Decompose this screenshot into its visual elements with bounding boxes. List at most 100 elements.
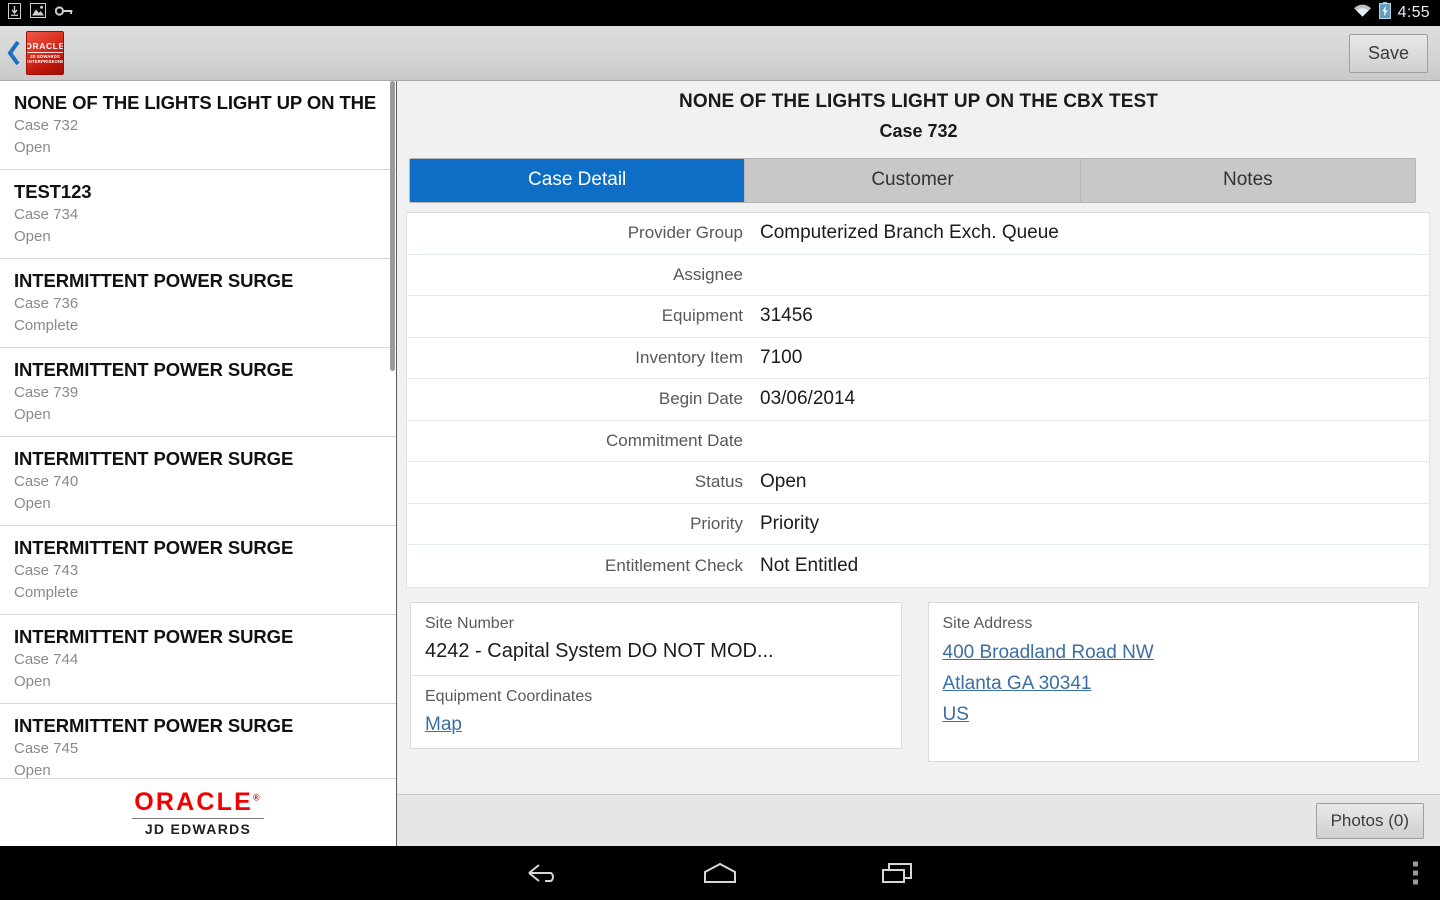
list-item[interactable]: INTERMITTENT POWER SURGE Case 736 Complete: [0, 259, 396, 348]
photos-button[interactable]: Photos (0): [1315, 802, 1424, 839]
form-row[interactable]: Begin Date 03/06/2014: [407, 379, 1429, 421]
list-item[interactable]: TEST123 Case 734 Open: [0, 170, 396, 259]
case-title: INTERMITTENT POWER SURGE: [14, 626, 294, 647]
content-area: NONE OF THE LIGHTS LIGHT UP ON THE Case 7…: [0, 81, 1440, 846]
address-line-link[interactable]: US: [943, 704, 969, 726]
overflow-dot: [1413, 879, 1418, 885]
case-status: Open: [14, 139, 51, 157]
equipment-coordinates-section: Equipment Coordinates Map: [411, 676, 901, 748]
tab-bar[interactable]: Case Detail Customer Notes: [409, 158, 1416, 203]
case-detail-pane: NONE OF THE LIGHTS LIGHT UP ON THE CBX T…: [397, 81, 1440, 846]
download-icon: [8, 2, 21, 24]
overflow-dot: [1413, 861, 1418, 867]
map-link[interactable]: Map: [425, 714, 462, 736]
tab-notes[interactable]: Notes: [1080, 159, 1415, 202]
field-value: 7100: [760, 346, 803, 368]
list-item[interactable]: INTERMITTENT POWER SURGE Case 743 Complete: [0, 526, 396, 615]
case-list-scrollbar[interactable]: [390, 81, 395, 846]
field-value: Computerized Branch Exch. Queue: [760, 222, 1059, 244]
field-value: 03/06/2014: [760, 388, 856, 410]
site-address-lines: 400 Broadland Road NW Atlanta GA 30341 US: [943, 642, 1405, 726]
case-status: Open: [14, 228, 51, 246]
form-row[interactable]: Provider Group Computerized Branch Exch. …: [407, 213, 1429, 255]
case-status: Open: [14, 495, 51, 513]
field-label: Inventory Item: [635, 347, 743, 367]
overflow-menu-icon[interactable]: [1413, 861, 1418, 885]
site-number-section: Site Number 4242 - Capital System DO NOT…: [411, 603, 901, 676]
detail-footer-bar: Photos (0): [397, 794, 1440, 846]
back-chevron-icon[interactable]: [4, 33, 24, 73]
back-arrow-icon[interactable]: [525, 861, 561, 885]
status-system-icons: 4:55: [1353, 2, 1430, 24]
case-status: Open: [14, 406, 51, 424]
form-row[interactable]: Assignee: [407, 255, 1429, 296]
app-bar: ORACLE JD EDWARDS ENTERPRISEONE Save: [0, 26, 1440, 81]
scrollbar-thumb[interactable]: [390, 81, 395, 371]
form-row[interactable]: Priority Priority: [407, 504, 1429, 545]
case-number: Case 743: [14, 562, 79, 580]
case-number: Case 732: [14, 117, 79, 135]
case-list[interactable]: NONE OF THE LIGHTS LIGHT UP ON THE Case 7…: [0, 81, 396, 778]
case-title: INTERMITTENT POWER SURGE: [14, 537, 294, 558]
oracle-jde-logo[interactable]: ORACLE JD EDWARDS ENTERPRISEONE: [26, 31, 64, 75]
site-number-label: Site Number: [425, 614, 514, 632]
list-item[interactable]: INTERMITTENT POWER SURGE Case 739 Open: [0, 348, 396, 437]
case-detail-form: Provider Group Computerized Branch Exch. …: [406, 212, 1430, 588]
screenshot-image-icon: [30, 3, 46, 23]
registered-trademark-icon: ®: [252, 792, 262, 803]
content-spacer: [397, 761, 1440, 794]
address-line-link[interactable]: 400 Broadland Road NW: [943, 642, 1154, 664]
status-clock: 4:55: [1397, 4, 1430, 21]
field-label: Commitment Date: [606, 430, 743, 450]
site-number-value: 4242 - Capital System DO NOT MOD...: [425, 639, 774, 662]
case-number: Case 734: [14, 206, 79, 224]
field-label: Provider Group: [627, 223, 743, 243]
tab-case-detail[interactable]: Case Detail: [410, 159, 746, 202]
address-line-link[interactable]: Atlanta GA 30341: [943, 673, 1092, 695]
list-item[interactable]: INTERMITTENT POWER SURGE Case 740 Open: [0, 437, 396, 526]
overflow-dot: [1413, 870, 1418, 876]
nav-buttons: [525, 861, 915, 885]
case-title: INTERMITTENT POWER SURGE: [14, 715, 294, 736]
field-value: Not Entitled: [760, 554, 859, 576]
case-status: Open: [14, 762, 51, 778]
case-status: Complete: [14, 584, 79, 602]
android-app-screen: 4:55 ORACLE JD EDWARDS ENTERPRISEONE Sav…: [0, 0, 1440, 900]
case-title: INTERMITTENT POWER SURGE: [14, 359, 294, 380]
case-title: NONE OF THE LIGHTS LIGHT UP ON THE: [14, 92, 377, 113]
form-row[interactable]: Entitlement Check Not Entitled: [407, 545, 1429, 587]
recent-apps-icon[interactable]: [879, 861, 915, 885]
logo-enterpriseone-text: ENTERPRISEONE: [26, 58, 64, 64]
jd-edwards-wordmark: JD EDWARDS: [144, 820, 252, 837]
field-label: Begin Date: [658, 389, 743, 409]
case-title: TEST123: [14, 181, 92, 202]
form-row[interactable]: Commitment Date: [407, 421, 1429, 462]
site-info-cards: Site Number 4242 - Capital System DO NOT…: [410, 601, 1419, 762]
site-address-label: Site Address: [942, 614, 1033, 632]
android-nav-bar: [0, 846, 1440, 900]
save-button[interactable]: Save: [1348, 33, 1428, 73]
sidebar-branding-footer: ORACLE® JD EDWARDS: [0, 778, 396, 846]
page-title: NONE OF THE LIGHTS LIGHT UP ON THE CBX T…: [679, 91, 1158, 112]
form-row[interactable]: Status Open: [407, 462, 1429, 504]
case-number: Case 740: [14, 473, 79, 491]
site-address-card: Site Address 400 Broadland Road NW Atlant…: [927, 601, 1419, 762]
home-icon[interactable]: [701, 861, 739, 885]
logo-divider: [132, 817, 264, 819]
android-status-bar: 4:55: [0, 0, 1440, 26]
form-row[interactable]: Equipment 31456: [407, 296, 1429, 338]
list-item[interactable]: INTERMITTENT POWER SURGE Case 744 Open: [0, 615, 396, 704]
case-title: INTERMITTENT POWER SURGE: [14, 448, 294, 469]
battery-charging-icon: [1378, 2, 1391, 24]
case-number: Case 745: [14, 740, 79, 758]
tab-customer[interactable]: Customer: [745, 159, 1081, 202]
case-list-sidebar: NONE OF THE LIGHTS LIGHT UP ON THE Case 7…: [0, 81, 397, 846]
field-value: Priority: [760, 512, 820, 534]
form-row[interactable]: Inventory Item 7100: [407, 338, 1429, 379]
list-item[interactable]: NONE OF THE LIGHTS LIGHT UP ON THE Case 7…: [0, 81, 396, 170]
list-item[interactable]: INTERMITTENT POWER SURGE Case 745 Open: [0, 704, 396, 778]
case-number: Case 736: [14, 295, 79, 313]
case-number: Case 744: [14, 651, 79, 669]
case-status: Open: [14, 673, 51, 691]
oracle-wordmark: ORACLE®: [134, 789, 262, 815]
